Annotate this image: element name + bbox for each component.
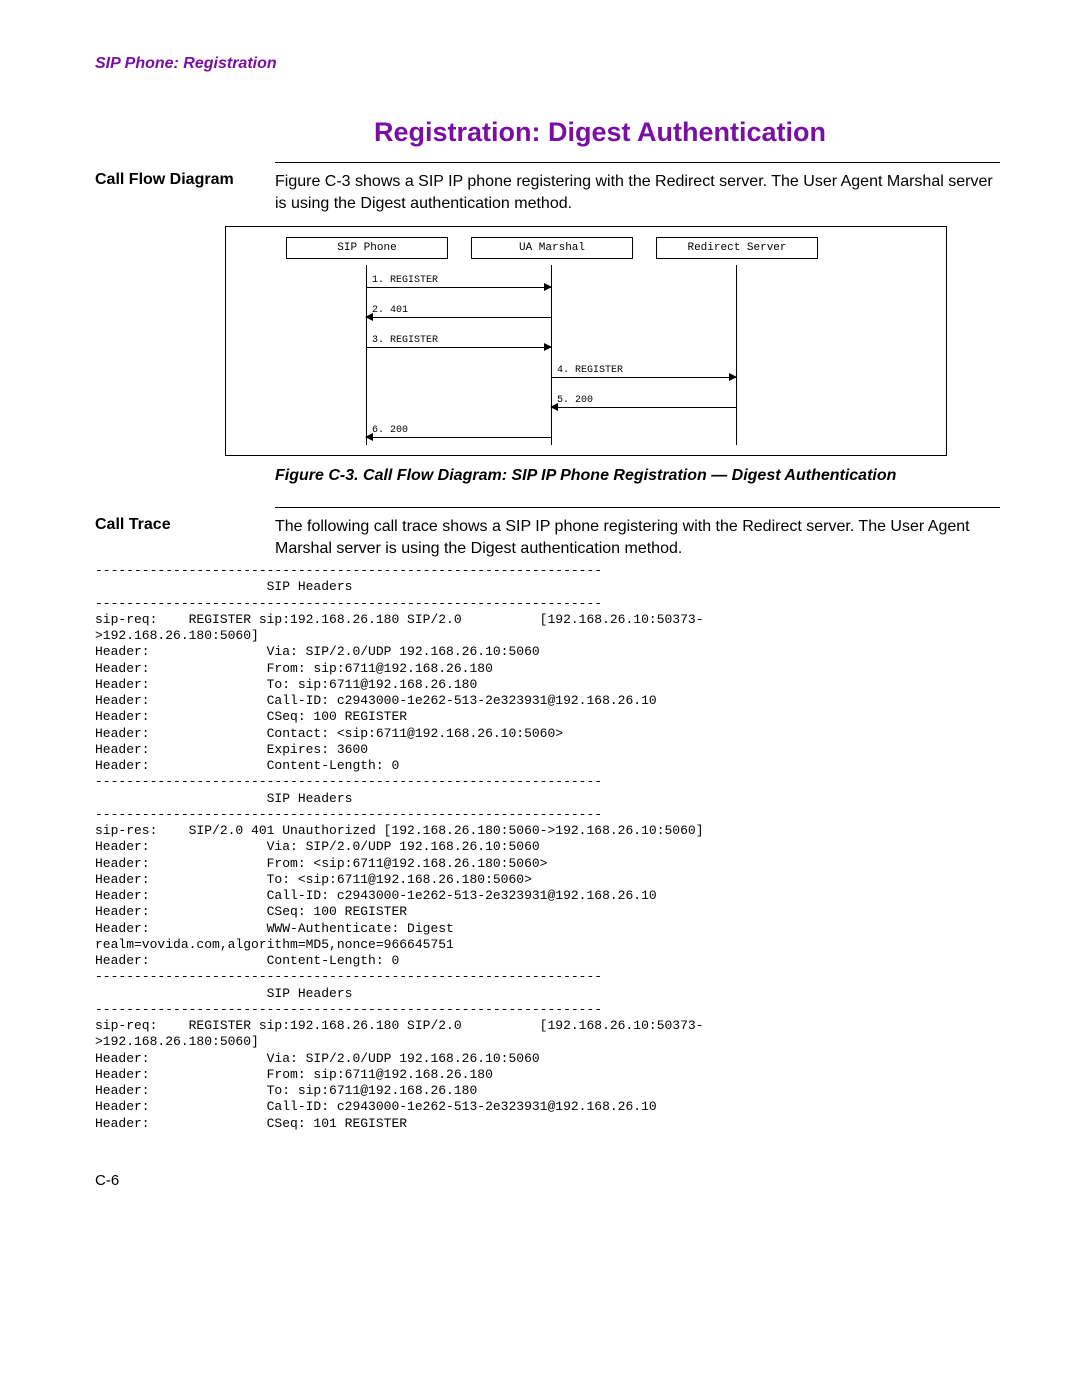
actor-sip-phone: SIP Phone [286, 237, 448, 259]
call-flow-diagram: SIP Phone UA Marshal Redirect Server 1. … [225, 226, 947, 456]
msg-label: 6. 200 [372, 425, 408, 436]
msg-num: 2. [372, 305, 384, 316]
call-trace-block: Call Trace The following call trace show… [95, 516, 1000, 559]
msg-label: 1. REGISTER [372, 275, 438, 286]
msg-text: 200 [575, 395, 593, 406]
call-flow-block: Call Flow Diagram Figure C-3 shows a SIP… [95, 171, 1000, 214]
msg-label: 5. 200 [557, 395, 593, 406]
msg-arrow [366, 347, 551, 348]
msg-num: 6. [372, 425, 384, 436]
msg-arrow [366, 287, 551, 288]
call-trace-label: Call Trace [95, 516, 275, 534]
divider [275, 507, 1000, 508]
msg-num: 4. [557, 365, 569, 376]
msg-text: 200 [390, 425, 408, 436]
call-trace-text: ----------------------------------------… [95, 563, 1000, 1132]
msg-arrow [366, 317, 551, 318]
section-header: SIP Phone: Registration [95, 55, 1000, 73]
msg-num: 3. [372, 335, 384, 346]
lifeline [551, 265, 552, 445]
msg-arrow [551, 377, 736, 378]
msg-arrow [551, 407, 736, 408]
lifeline [366, 265, 367, 445]
call-trace-body: The following call trace shows a SIP IP … [275, 516, 1000, 559]
msg-text: REGISTER [575, 365, 623, 376]
msg-num: 5. [557, 395, 569, 406]
page-number: C-6 [95, 1172, 1000, 1189]
actor-ua-marshal: UA Marshal [471, 237, 633, 259]
page-title: Registration: Digest Authentication [200, 117, 1000, 148]
msg-label: 3. REGISTER [372, 335, 438, 346]
figure-caption: Figure C-3. Call Flow Diagram: SIP IP Ph… [275, 466, 1000, 487]
msg-num: 1. [372, 275, 384, 286]
msg-label: 4. REGISTER [557, 365, 623, 376]
msg-text: 401 [390, 305, 408, 316]
call-flow-body: Figure C-3 shows a SIP IP phone register… [275, 171, 1000, 214]
msg-label: 2. 401 [372, 305, 408, 316]
msg-text: REGISTER [390, 275, 438, 286]
call-flow-label: Call Flow Diagram [95, 171, 275, 189]
divider [275, 162, 1000, 163]
msg-text: REGISTER [390, 335, 438, 346]
actor-redirect-server: Redirect Server [656, 237, 818, 259]
msg-arrow [366, 437, 551, 438]
lifeline [736, 265, 737, 445]
